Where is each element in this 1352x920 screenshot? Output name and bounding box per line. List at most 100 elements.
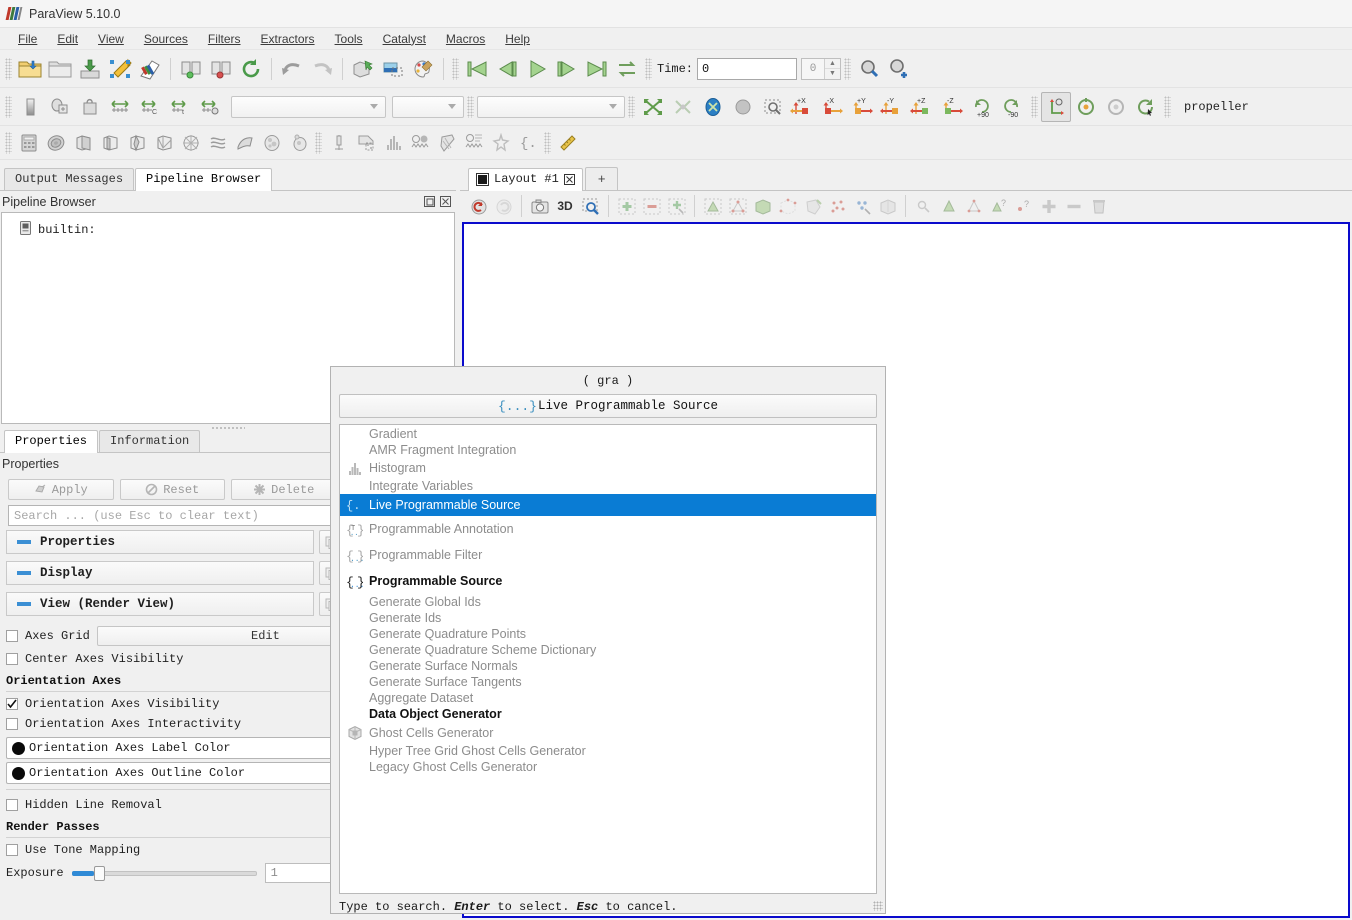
- group-datasets-icon[interactable]: [258, 130, 285, 156]
- rubber-band-zoom-icon[interactable]: [758, 92, 788, 122]
- grow-selection-icon[interactable]: [1036, 194, 1061, 218]
- delete-button[interactable]: Delete: [231, 479, 337, 500]
- threshold-icon[interactable]: [123, 130, 150, 156]
- quick-launch-list[interactable]: Gradient AMR Fragment Integration Histog…: [339, 424, 877, 894]
- extract-subset-icon[interactable]: [150, 130, 177, 156]
- view-plus-z-icon[interactable]: +Z: [908, 92, 938, 122]
- list-item[interactable]: Gradient: [340, 426, 876, 442]
- list-item[interactable]: Generate Surface Normals: [340, 658, 876, 674]
- rescale-to-temporal-range-icon[interactable]: t: [165, 92, 195, 122]
- view-minus-z-icon[interactable]: -Z: [938, 92, 968, 122]
- list-item[interactable]: {...} Live Programmable Source: [340, 494, 876, 516]
- select-cells-frustum-icon[interactable]: [750, 194, 775, 218]
- slice-icon[interactable]: [96, 130, 123, 156]
- add-camera-link-icon[interactable]: [884, 54, 914, 84]
- tab-pipeline-browser[interactable]: Pipeline Browser: [135, 168, 273, 191]
- edit-color-map-icon[interactable]: [408, 54, 438, 84]
- rotate-minus-90-icon[interactable]: -90: [998, 92, 1028, 122]
- find-data-icon[interactable]: [854, 54, 884, 84]
- connect-server-icon[interactable]: [176, 54, 206, 84]
- time-input[interactable]: 0: [697, 57, 798, 80]
- toolbar-grip[interactable]: [5, 57, 12, 80]
- reset-camera-closest-icon[interactable]: [698, 92, 728, 122]
- select-cells-polygon-icon[interactable]: [800, 194, 825, 218]
- plot-data-icon[interactable]: [460, 130, 487, 156]
- query-selection-icon[interactable]: ?: [1011, 194, 1036, 218]
- loop-icon[interactable]: [612, 54, 642, 84]
- toggle-selection-icon[interactable]: [664, 194, 689, 218]
- view-minus-y-icon[interactable]: -Y: [878, 92, 908, 122]
- solid-color-icon[interactable]: [15, 92, 45, 122]
- list-item[interactable]: Generate Quadrature Points: [340, 626, 876, 642]
- toolbar-grip[interactable]: [452, 57, 459, 80]
- list-item[interactable]: AMR Fragment Integration: [340, 442, 876, 458]
- query-cells-icon[interactable]: ?: [986, 194, 1011, 218]
- menu-bar[interactable]: File Edit View Sources Filters Extractor…: [0, 28, 1352, 50]
- add-selection-icon[interactable]: [614, 194, 639, 218]
- reset-session-icon[interactable]: [236, 54, 266, 84]
- toolbar-grip[interactable]: [5, 131, 12, 154]
- interactive-select-cells-icon[interactable]: [875, 194, 900, 218]
- rotate-plus-90-icon[interactable]: +90: [968, 92, 998, 122]
- next-frame-icon[interactable]: [552, 54, 582, 84]
- programmable-filter-icon[interactable]: {..}: [514, 130, 541, 156]
- axes-grid-checkbox[interactable]: [6, 630, 18, 642]
- list-item[interactable]: {...} Programmable Source: [340, 568, 876, 594]
- select-cells-surface-icon[interactable]: [700, 194, 725, 218]
- list-item[interactable]: Aggregate Dataset: [340, 690, 876, 706]
- calculator-icon[interactable]: [15, 130, 42, 156]
- redo-icon[interactable]: [307, 54, 337, 84]
- exposure-slider[interactable]: [71, 865, 257, 881]
- open-file-icon[interactable]: [15, 54, 45, 84]
- list-item[interactable]: {...} Programmable Filter: [340, 542, 876, 568]
- reset-button[interactable]: Reset: [119, 479, 225, 500]
- undo-icon[interactable]: [277, 54, 307, 84]
- list-item[interactable]: Histogram: [340, 458, 876, 478]
- save-animation-icon[interactable]: [135, 54, 165, 84]
- save-data-icon[interactable]: [75, 54, 105, 84]
- menu-help[interactable]: Help: [495, 30, 540, 48]
- tab-properties[interactable]: Properties: [4, 430, 99, 453]
- python-calculator-icon[interactable]: [487, 130, 514, 156]
- toolbar-grip[interactable]: [645, 57, 652, 80]
- plot-over-line-icon[interactable]: [325, 130, 352, 156]
- clear-selection-icon[interactable]: [1086, 194, 1111, 218]
- zoom-closest-to-data-icon[interactable]: [728, 92, 758, 122]
- recent-files-icon[interactable]: [45, 54, 75, 84]
- toggle-color-legend-icon[interactable]: [45, 92, 75, 122]
- hover-cells-icon[interactable]: [936, 194, 961, 218]
- menu-tools[interactable]: Tools: [325, 30, 373, 48]
- menu-filters[interactable]: Filters: [198, 30, 251, 48]
- glyph-icon[interactable]: [177, 130, 204, 156]
- rescale-to-visible-range-icon[interactable]: [195, 92, 225, 122]
- reset-camera-icon[interactable]: [638, 92, 668, 122]
- list-item[interactable]: Generate Quadrature Scheme Dictionary: [340, 642, 876, 658]
- center-axes-visibility-checkbox[interactable]: [6, 653, 18, 665]
- toolbar-grip[interactable]: [1164, 95, 1171, 118]
- spin-down-icon[interactable]: ▼: [825, 69, 840, 79]
- camera-icon[interactable]: [527, 194, 552, 218]
- menu-extractors[interactable]: Extractors: [251, 30, 325, 48]
- list-item[interactable]: {T..} Programmable Annotation: [340, 516, 876, 542]
- list-item[interactable]: Generate Global Ids: [340, 594, 876, 610]
- view-plus-y-icon[interactable]: +Y: [848, 92, 878, 122]
- magnify-icon[interactable]: [578, 194, 603, 218]
- select-points-polygon-icon[interactable]: [825, 194, 850, 218]
- first-frame-icon[interactable]: [462, 54, 492, 84]
- pipeline-tabstrip[interactable]: Output Messages Pipeline Browser: [0, 168, 456, 191]
- list-item[interactable]: Integrate Variables: [340, 478, 876, 494]
- menu-macros[interactable]: Macros: [436, 30, 495, 48]
- toolbar-grip[interactable]: [1031, 95, 1038, 118]
- close-icon[interactable]: [439, 195, 452, 208]
- edit-color-map-icon[interactable]: [75, 92, 105, 122]
- section-properties[interactable]: Properties: [6, 530, 314, 554]
- extract-level-icon[interactable]: [285, 130, 312, 156]
- save-screenshot-icon[interactable]: [105, 54, 135, 84]
- use-tone-mapping-checkbox[interactable]: [6, 844, 18, 856]
- select-points-surface-icon[interactable]: [725, 194, 750, 218]
- color-array-combo[interactable]: [231, 95, 386, 118]
- list-item[interactable]: Hyper Tree Grid Ghost Cells Generator: [340, 743, 876, 759]
- menu-edit[interactable]: Edit: [47, 30, 88, 48]
- show-center-axes-icon[interactable]: [1041, 91, 1071, 122]
- reset-center-icon[interactable]: [1101, 92, 1131, 122]
